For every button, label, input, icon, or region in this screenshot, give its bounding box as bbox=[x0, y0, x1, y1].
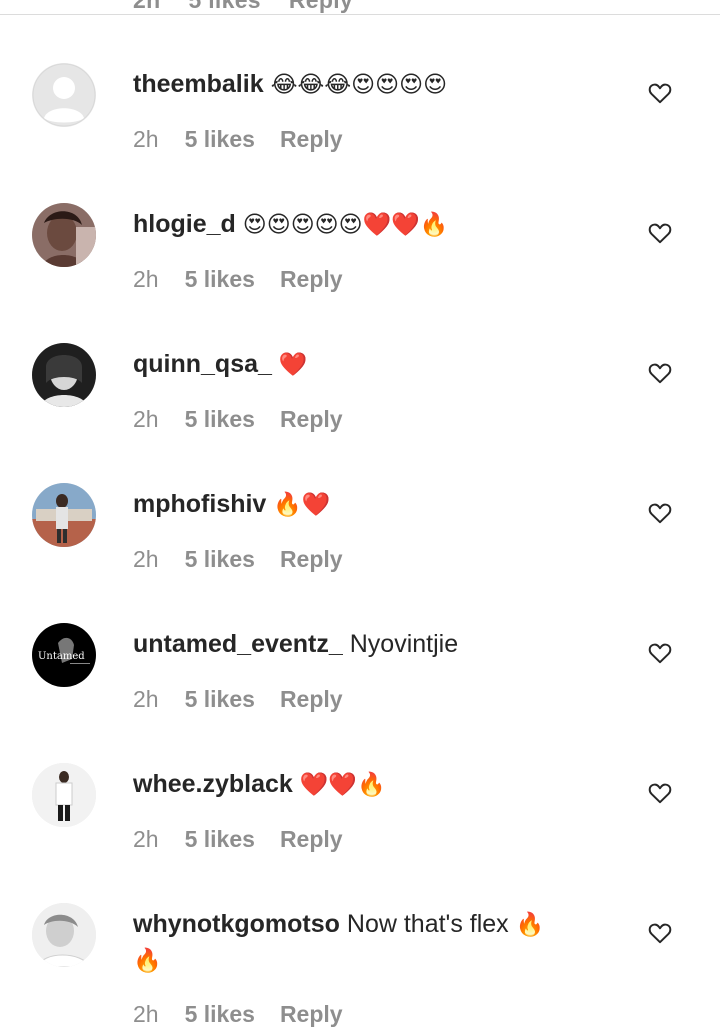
comment-time: 2h bbox=[133, 126, 159, 152]
reply-button[interactable]: Reply bbox=[280, 126, 343, 152]
comment-emojis: 😂😂😂😍😍😍😍 bbox=[270, 72, 448, 98]
comment-time: 2h bbox=[133, 406, 159, 432]
partial-time: 2h bbox=[133, 0, 161, 13]
comment-meta: 2h 5 likes Reply bbox=[133, 126, 343, 153]
comment-username[interactable]: whynotkgomotso bbox=[133, 910, 340, 938]
avatar[interactable] bbox=[32, 483, 96, 547]
comment-username[interactable]: mphofishiv bbox=[133, 490, 266, 518]
avatar[interactable] bbox=[32, 903, 96, 967]
comment-emojis: 🔥❤️ bbox=[273, 492, 331, 518]
avatar[interactable] bbox=[32, 343, 96, 407]
comment-line: quinn_qsa_ ❤️ bbox=[133, 347, 640, 383]
reply-button[interactable]: Reply bbox=[280, 686, 343, 712]
reply-button[interactable]: Reply bbox=[280, 546, 343, 572]
partial-comment-meta: 2h 5 likes Reply bbox=[0, 0, 720, 15]
comment-emojis: ❤️❤️🔥 bbox=[299, 772, 386, 798]
avatar[interactable] bbox=[32, 203, 96, 267]
comment-time: 2h bbox=[133, 686, 159, 712]
heart-outline-icon[interactable] bbox=[647, 220, 673, 246]
comment-time: 2h bbox=[133, 546, 159, 572]
avatar[interactable] bbox=[32, 763, 96, 827]
reply-button[interactable]: Reply bbox=[280, 826, 343, 852]
comment-line: theembalik 😂😂😂😍😍😍😍 bbox=[133, 67, 640, 103]
comment-likes[interactable]: 5 likes bbox=[185, 1001, 255, 1027]
logo-text: Untamed bbox=[38, 651, 85, 662]
reply-button[interactable]: Reply bbox=[280, 406, 343, 432]
partial-reply[interactable]: Reply bbox=[289, 0, 353, 13]
comment-username[interactable]: untamed_eventz_ bbox=[133, 630, 343, 658]
comment-meta: 2h 5 likes Reply bbox=[133, 266, 343, 293]
comment-username[interactable]: theembalik bbox=[133, 70, 264, 98]
comment-likes[interactable]: 5 likes bbox=[185, 826, 255, 852]
heart-outline-icon[interactable] bbox=[647, 780, 673, 806]
comment-username[interactable]: hlogie_d bbox=[133, 210, 236, 238]
comment-username[interactable]: quinn_qsa_ bbox=[133, 350, 272, 378]
comment-line: hlogie_d 😍😍😍😍😍❤️❤️🔥 bbox=[133, 207, 640, 243]
comment-meta: 2h 5 likes Reply bbox=[133, 546, 343, 573]
comment-likes[interactable]: 5 likes bbox=[185, 266, 255, 292]
comment-time: 2h bbox=[133, 266, 159, 292]
comment-meta: 2h 5 likes Reply bbox=[133, 1001, 343, 1028]
heart-outline-icon[interactable] bbox=[647, 500, 673, 526]
comment-likes[interactable]: 5 likes bbox=[185, 406, 255, 432]
heart-outline-icon[interactable] bbox=[647, 640, 673, 666]
avatar[interactable]: Untamed bbox=[32, 623, 96, 687]
comment-likes[interactable]: 5 likes bbox=[185, 546, 255, 572]
comment-likes[interactable]: 5 likes bbox=[185, 686, 255, 712]
comment-line: untamed_eventz_ Nyovintjie bbox=[133, 627, 640, 662]
comment-meta: 2h 5 likes Reply bbox=[133, 686, 343, 713]
reply-button[interactable]: Reply bbox=[280, 1001, 343, 1027]
heart-outline-icon[interactable] bbox=[647, 360, 673, 386]
comment-username[interactable]: whee.zyblack bbox=[133, 770, 293, 798]
default-avatar-icon[interactable] bbox=[32, 63, 96, 127]
comment-line: mphofishiv 🔥❤️ bbox=[133, 487, 640, 523]
comment-text: Nyovintjie bbox=[349, 630, 459, 658]
comment-line: whynotkgomotso Now that's flex 🔥 🔥 bbox=[133, 907, 573, 979]
partial-likes[interactable]: 5 likes bbox=[188, 0, 260, 13]
comment-line: whee.zyblack ❤️❤️🔥 bbox=[133, 767, 640, 803]
comment-time: 2h bbox=[133, 1001, 159, 1027]
comment-meta: 2h 5 likes Reply bbox=[133, 406, 343, 433]
comment-text: Now that's flex bbox=[346, 910, 509, 938]
reply-button[interactable]: Reply bbox=[280, 266, 343, 292]
comment-likes[interactable]: 5 likes bbox=[185, 126, 255, 152]
heart-outline-icon[interactable] bbox=[647, 920, 673, 946]
heart-outline-icon[interactable] bbox=[647, 80, 673, 106]
comment-time: 2h bbox=[133, 826, 159, 852]
comment-meta: 2h 5 likes Reply bbox=[133, 826, 343, 853]
comment-emojis: 😍😍😍😍😍❤️❤️🔥 bbox=[242, 212, 449, 238]
comment-emojis: ❤️ bbox=[278, 352, 308, 378]
